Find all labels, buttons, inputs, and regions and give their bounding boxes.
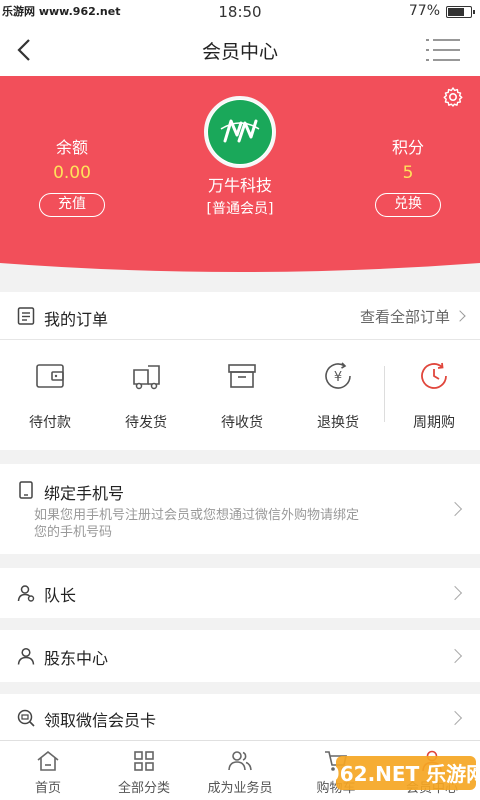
tab-all-categories[interactable]: 全部分类 xyxy=(96,741,192,800)
captain-row[interactable]: 队长 xyxy=(0,568,480,618)
redeem-button[interactable]: 兑换 xyxy=(375,193,441,217)
order-status-label: 待付款 xyxy=(29,415,71,431)
chevron-right-icon xyxy=(447,710,463,726)
tab-home[interactable]: 首页 xyxy=(0,741,96,800)
tab-label: 全部分类 xyxy=(117,781,170,796)
order-status-subscription[interactable]: 周期购 xyxy=(386,350,480,440)
shareholder-center-row[interactable]: 股东中心 xyxy=(0,630,480,682)
bind-phone-description-line: 您的手机号码 xyxy=(34,525,113,540)
page-title: 会员中心 xyxy=(201,41,278,63)
orders-title: 我的订单 xyxy=(44,310,109,329)
truck-icon xyxy=(133,365,160,390)
chevron-right-icon xyxy=(454,310,466,322)
recharge-button[interactable]: 充值 xyxy=(39,193,105,217)
site-watermark-logo: 962.NET 乐游网 xyxy=(336,756,476,790)
store-logo xyxy=(204,96,276,168)
balance-value: 0.00 xyxy=(53,163,91,183)
status-bar: 乐游网 www.962.net 18:50 77% xyxy=(0,0,480,24)
tab-label: 首页 xyxy=(34,781,61,796)
svg-text:¥: ¥ xyxy=(334,370,342,385)
chevron-left-icon xyxy=(17,39,30,61)
points-value: 5 xyxy=(402,163,414,183)
tab-become-salesperson[interactable]: 成为业务员 xyxy=(192,741,288,800)
orders-section: 我的订单 查看全部订单 待付款 待发货 待收货 ¥ 退换货 周期购 xyxy=(0,292,480,450)
wallet-icon xyxy=(36,364,64,388)
points-panel: 积分 5 兑换 xyxy=(368,134,448,217)
store-logo-icon xyxy=(208,100,272,164)
bind-phone-description-line: 如果您用手机号注册过会员或您想通过微信外购物请绑定 xyxy=(34,508,360,523)
order-status-label: 待收货 xyxy=(221,415,263,431)
chevron-right-icon xyxy=(447,501,463,517)
phone-icon xyxy=(19,481,33,499)
chevron-right-icon xyxy=(447,585,463,601)
yuan-exchange-icon: ¥ xyxy=(325,362,351,389)
back-button[interactable] xyxy=(10,34,42,66)
view-all-label: 查看全部订单 xyxy=(359,308,450,326)
wechat-member-card-row[interactable]: 领取微信会员卡 xyxy=(0,694,480,740)
order-status-label: 周期购 xyxy=(413,415,455,431)
settings-button[interactable] xyxy=(442,86,464,108)
order-status-label: 待发货 xyxy=(125,415,167,431)
users-icon xyxy=(228,751,252,771)
battery-fill xyxy=(448,8,465,16)
captain-title: 队长 xyxy=(44,586,77,605)
wechat-member-card-title: 领取微信会员卡 xyxy=(44,711,157,730)
bind-phone-description: 如果您用手机号注册过会员或您想通过微信外购物请绑定 您的手机号码 xyxy=(34,507,430,541)
view-all-orders-link[interactable]: 查看全部订单 xyxy=(359,306,466,327)
tab-label: 成为业务员 xyxy=(207,781,273,796)
user-badge-icon xyxy=(17,585,35,602)
watermark-text: 962.NET 乐游网 xyxy=(336,762,476,786)
divider xyxy=(384,366,385,422)
member-hero: 余额 0.00 充值 万牛科技 [普通会员] 积分 5 兑换 xyxy=(0,76,480,277)
order-status-label: 退换货 xyxy=(317,415,359,431)
bind-phone-title: 绑定手机号 xyxy=(44,484,125,503)
bottom-tab-bar: 首页 全部分类 成为业务员 购物车 会员中心 xyxy=(0,740,480,800)
user-icon xyxy=(17,647,35,665)
clipboard-icon xyxy=(17,307,35,325)
menu-button[interactable] xyxy=(424,36,462,64)
hero-curve xyxy=(0,263,480,277)
list-menu-icon xyxy=(426,39,460,61)
shareholder-center-title: 股东中心 xyxy=(44,649,109,668)
order-status-pending-payment[interactable]: 待付款 xyxy=(2,350,98,440)
home-icon xyxy=(37,750,59,771)
battery-percent: 77% xyxy=(408,3,440,19)
battery-icon xyxy=(446,6,475,18)
orders-header[interactable]: 我的订单 查看全部订单 xyxy=(0,292,480,340)
box-icon xyxy=(228,364,256,388)
card-search-icon xyxy=(17,709,35,727)
grid-icon xyxy=(134,751,154,771)
gear-icon xyxy=(443,87,463,107)
order-status-returns[interactable]: ¥ 退换货 xyxy=(290,350,386,440)
nav-bar: 会员中心 xyxy=(0,24,480,76)
balance-panel: 余额 0.00 充值 xyxy=(32,134,112,217)
order-status-pending-receipt[interactable]: 待收货 xyxy=(194,350,290,440)
chevron-right-icon xyxy=(447,648,463,664)
clock-cycle-icon xyxy=(421,362,447,389)
bind-phone-row[interactable]: 绑定手机号 如果您用手机号注册过会员或您想通过微信外购物请绑定 您的手机号码 xyxy=(0,464,480,554)
points-label: 积分 xyxy=(391,138,424,157)
balance-label: 余额 xyxy=(55,138,88,157)
order-status-pending-shipment[interactable]: 待发货 xyxy=(98,350,194,440)
